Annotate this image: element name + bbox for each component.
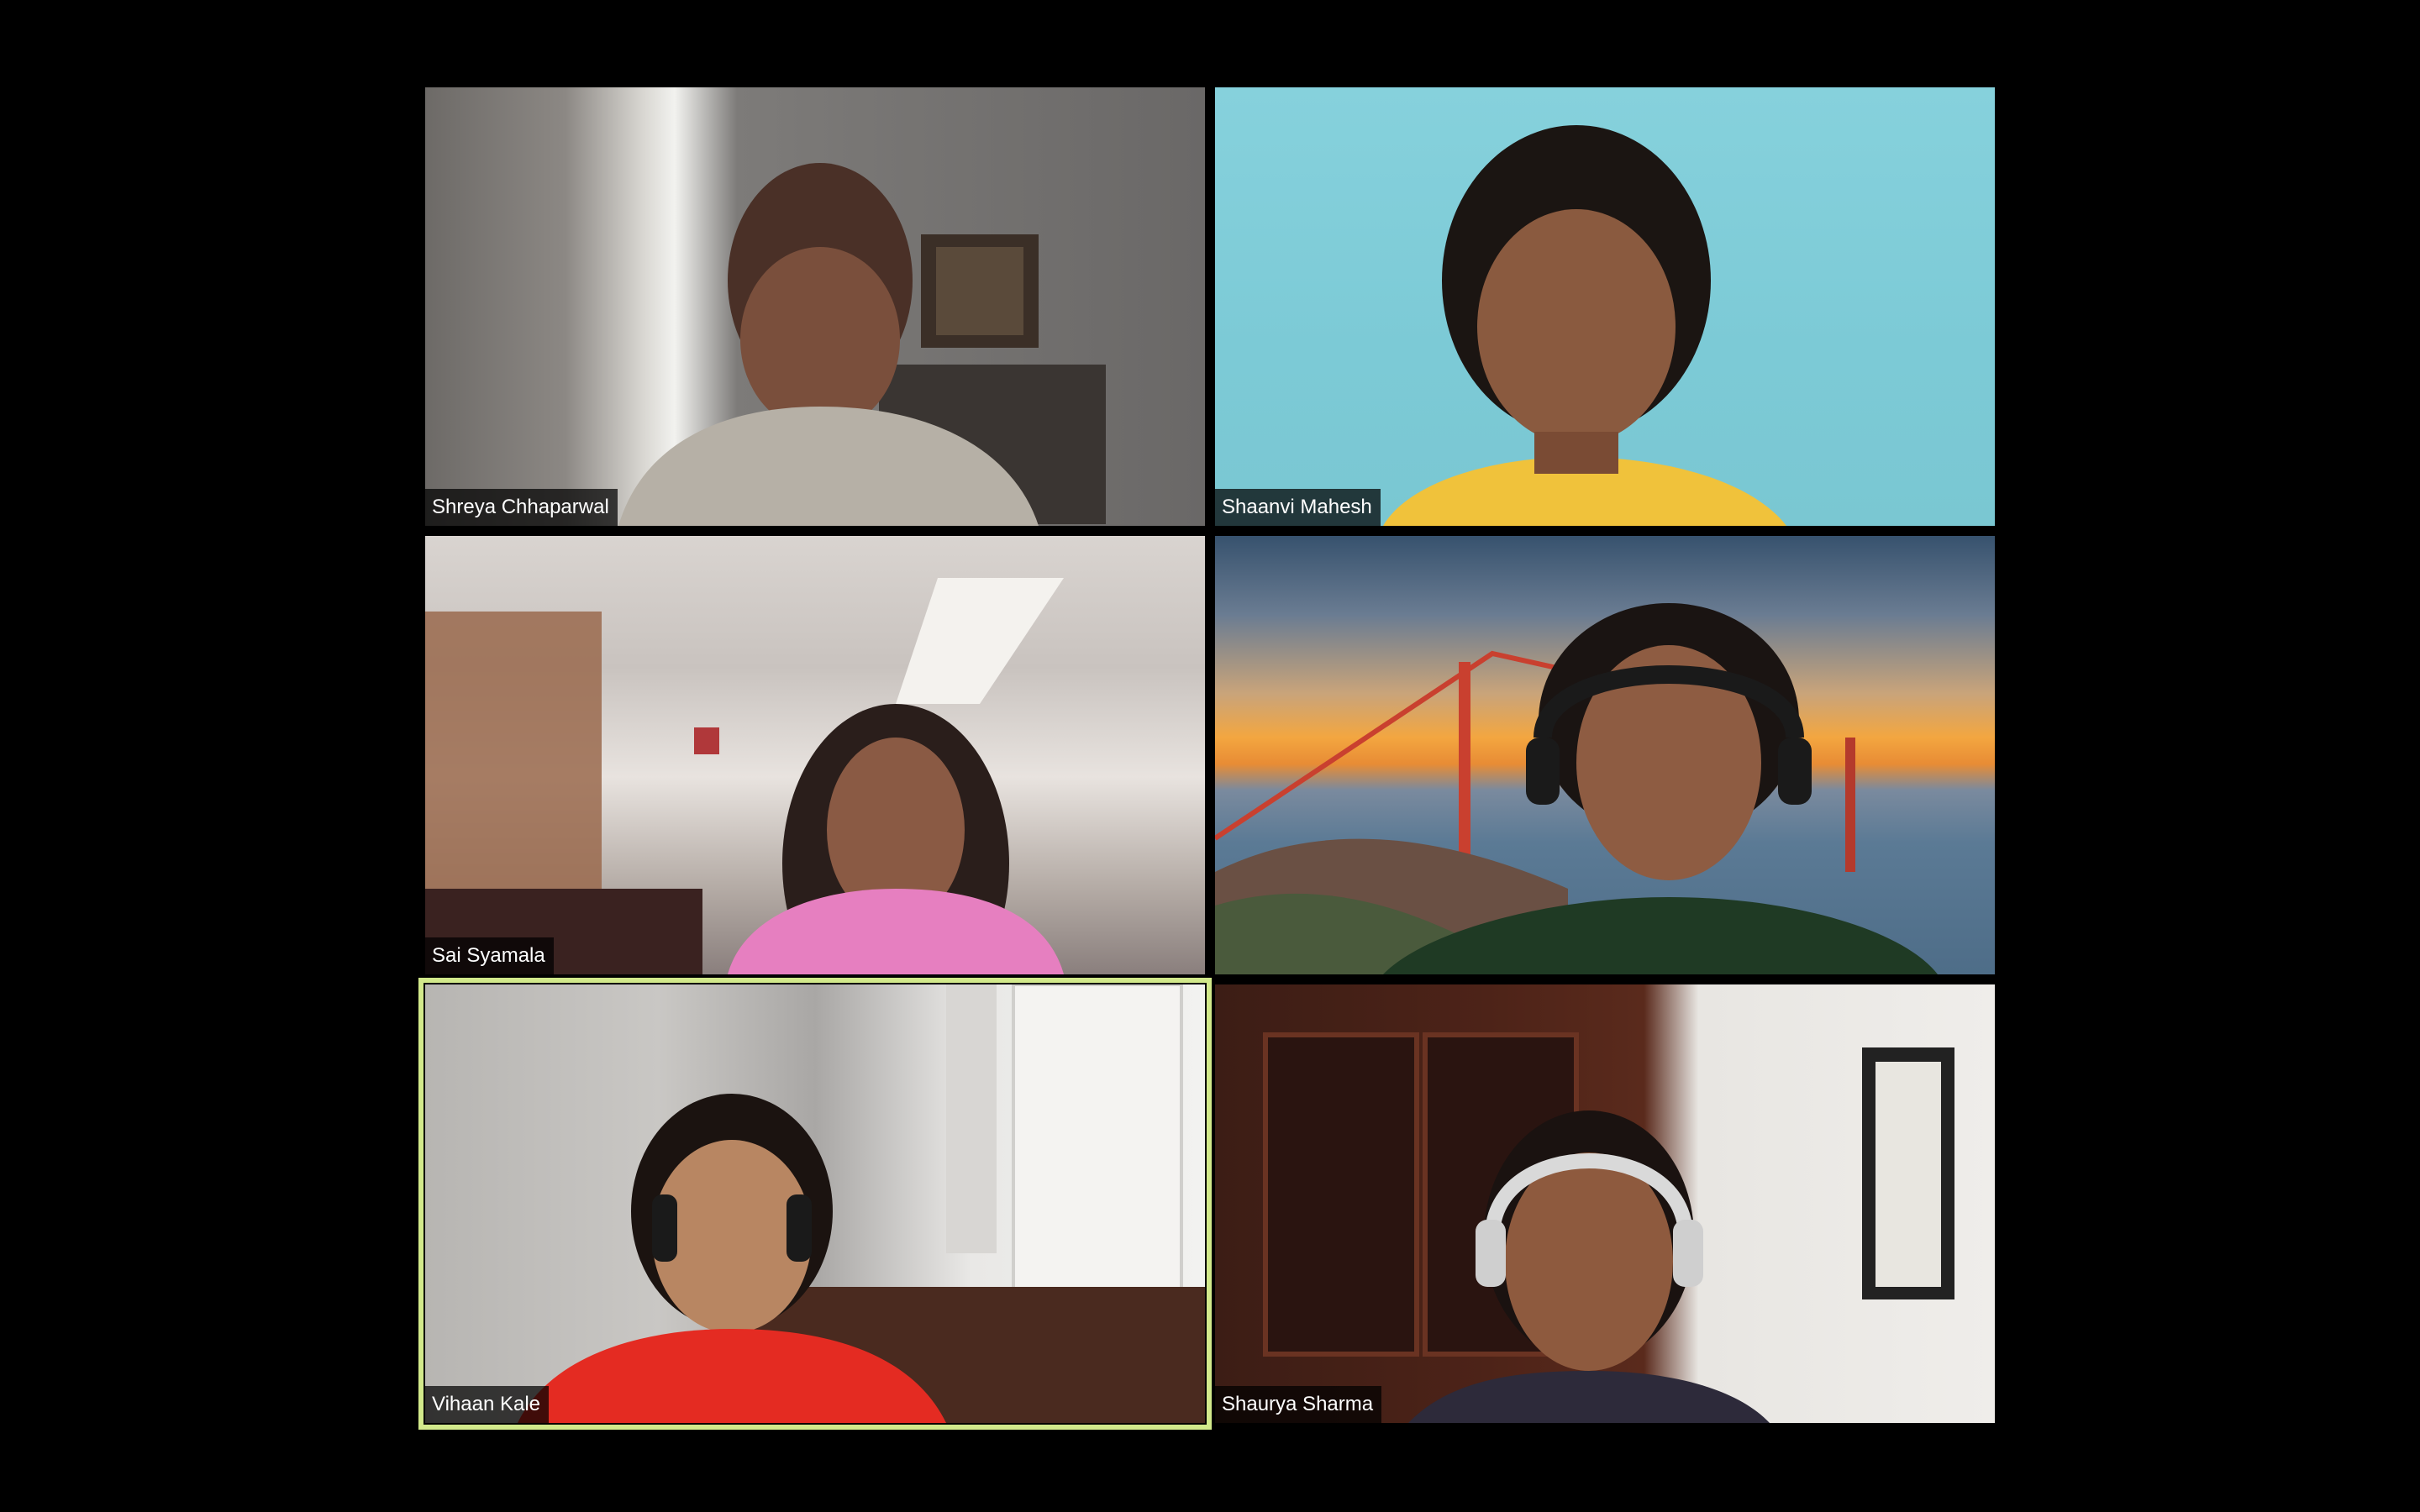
participant-name-label: Shaanvi Mahesh: [1215, 489, 1381, 526]
participant-name-label: Sai Syamala: [425, 937, 554, 974]
participant-video: [425, 984, 1205, 1423]
participant-video: [1215, 536, 1995, 974]
participant-tile-shreya[interactable]: Shreya Chhaparwal: [425, 87, 1205, 526]
video-call-window: Shreya Chhaparwal Shaanvi Mahesh Sai Sya…: [0, 0, 2420, 1512]
participant-video: [1215, 87, 1995, 526]
participant-name-label: Vihaan Kale: [425, 1386, 549, 1423]
participant-name-label: Shreya Chhaparwal: [425, 489, 618, 526]
video-frame-graphic: [1383, 125, 1786, 526]
video-frame-graphic: [1215, 603, 1938, 974]
gallery-grid: Shreya Chhaparwal Shaanvi Mahesh Sai Sya…: [418, 87, 1995, 1430]
video-frame-graphic: [425, 578, 1064, 974]
participant-tile-shaanvi[interactable]: Shaanvi Mahesh: [1215, 87, 1995, 526]
participant-tile-vihaan[interactable]: Vihaan Kale: [418, 978, 1212, 1430]
participant-video: [425, 87, 1205, 526]
participant-video: [1215, 984, 1995, 1423]
participant-tile-unnamed[interactable]: [1215, 536, 1995, 974]
video-frame-graphic: [618, 163, 1106, 526]
participant-name-label: Shaurya Sharma: [1215, 1386, 1382, 1423]
video-frame-graphic: [518, 984, 1205, 1423]
participant-video: [425, 536, 1205, 974]
video-frame-graphic: [1263, 1032, 1954, 1423]
participant-tile-shaurya[interactable]: Shaurya Sharma: [1215, 984, 1995, 1423]
participant-tile-sai[interactable]: Sai Syamala: [425, 536, 1205, 974]
